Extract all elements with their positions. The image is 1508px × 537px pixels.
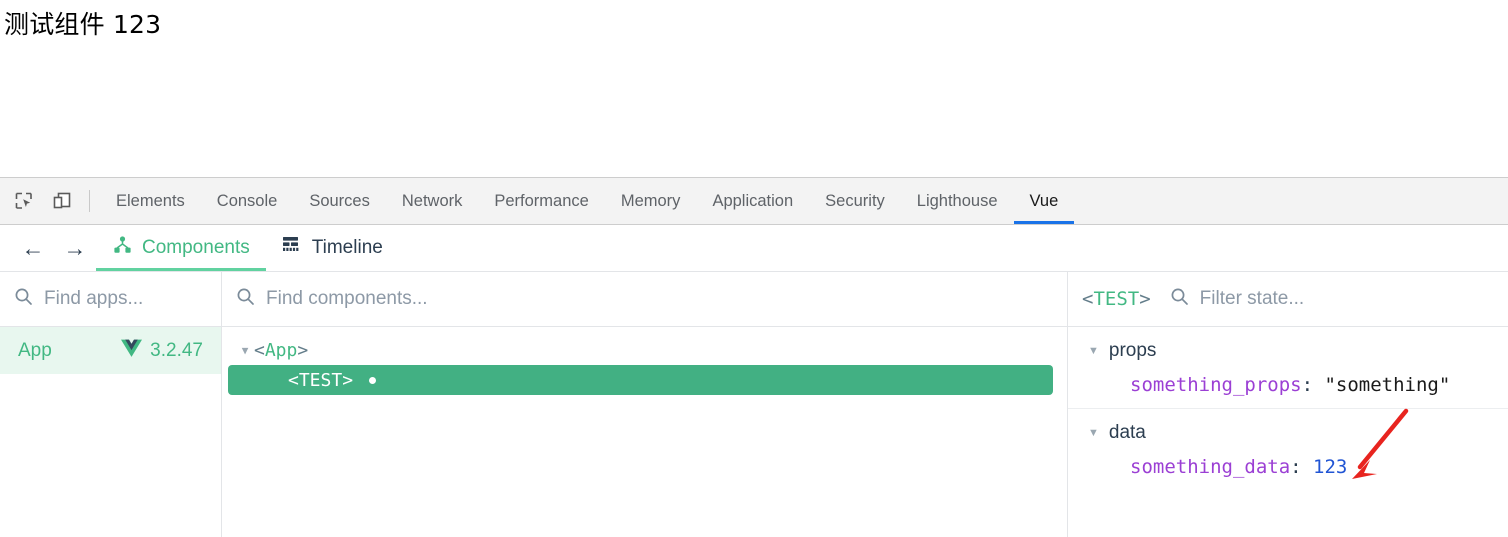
tab-performance-label: Performance <box>494 191 589 210</box>
component-tree: ▼ <App> <TEST> <box>222 327 1067 537</box>
tag-name: App <box>264 339 298 361</box>
tab-elements[interactable]: Elements <box>100 178 201 224</box>
forward-arrow-icon[interactable]: → <box>54 225 96 271</box>
selected-component-tag[interactable]: <TEST> <box>1082 288 1151 310</box>
app-name-label: App <box>18 339 52 361</box>
state-entry[interactable]: something_props: "something" <box>1068 366 1508 396</box>
find-apps-search-row[interactable]: Find apps... <box>0 272 221 327</box>
vue-panel-toolbar: ← → Components Timeline <box>0 225 1508 272</box>
tab-sources[interactable]: Sources <box>293 178 386 224</box>
tree-node-label: <App> <box>254 340 308 361</box>
tree-row[interactable]: ▼ <App> <box>222 335 1067 365</box>
state-group-header-data[interactable]: ▼ data <box>1068 418 1508 448</box>
tab-security-label: Security <box>825 191 885 210</box>
tab-sources-label: Sources <box>309 191 370 210</box>
vue-tab-timeline-label: Timeline <box>311 237 383 258</box>
state-value[interactable]: 123 <box>1313 456 1347 478</box>
filter-state-input[interactable]: Filter state... <box>1200 288 1305 310</box>
toolbar-divider <box>89 190 90 212</box>
tab-memory-label: Memory <box>620 191 681 210</box>
chevron-down-icon[interactable]: ▼ <box>236 344 254 357</box>
find-components-search-row[interactable]: Find components... <box>222 272 1067 327</box>
tag-open-bracket: < <box>1082 288 1094 310</box>
component-tree-icon <box>112 235 133 262</box>
state-group-title: data <box>1108 422 1146 443</box>
tab-console-label: Console <box>216 191 278 210</box>
chevron-down-icon[interactable]: ▼ <box>1088 345 1099 357</box>
apps-column: Find apps... App 3.2.47 <box>0 272 222 537</box>
search-icon <box>1170 287 1189 311</box>
timeline-icon <box>282 236 303 260</box>
vue-logo-icon <box>121 339 143 362</box>
tag-close-bracket: > <box>1139 288 1151 310</box>
tag-close-bracket: > <box>297 339 309 361</box>
tab-vue-label: Vue <box>1029 191 1059 210</box>
tag-open-bracket: < <box>288 369 299 391</box>
tab-network-label: Network <box>401 191 463 210</box>
state-key: something_data <box>1130 456 1291 478</box>
devtools-tab-strip: Elements Console Sources Network Perform… <box>0 177 1508 225</box>
tab-application[interactable]: Application <box>696 178 809 224</box>
state-colon: : <box>1301 374 1325 396</box>
device-toolbar-icon[interactable] <box>43 178 81 224</box>
tag-open-bracket: < <box>254 339 265 361</box>
tab-lighthouse[interactable]: Lighthouse <box>901 178 1014 224</box>
search-icon <box>14 287 33 311</box>
find-components-input[interactable]: Find components... <box>266 288 428 310</box>
app-list-item-app[interactable]: App 3.2.47 <box>0 327 221 374</box>
tag-name: TEST <box>1093 288 1140 310</box>
state-entry[interactable]: something_data: 123 <box>1068 448 1508 478</box>
tab-vue[interactable]: Vue <box>1013 178 1075 224</box>
rendered-page-area: 测试组件 123 <box>0 0 1508 177</box>
vue-tab-components[interactable]: Components <box>96 225 266 271</box>
tag-name: TEST <box>298 369 343 391</box>
tab-elements-label: Elements <box>116 191 185 210</box>
state-group-data: ▼ data something_data: 123 <box>1068 409 1508 490</box>
state-group-title: props <box>1108 340 1157 361</box>
tab-security[interactable]: Security <box>809 178 901 224</box>
state-list: ▼ props something_props: "something" ▼ d… <box>1068 327 1508 537</box>
chevron-down-icon[interactable]: ▼ <box>1088 427 1099 439</box>
components-column: Find components... ▼ <App> <TEST> <box>222 272 1068 537</box>
vue-panel-body: Find apps... App 3.2.47 Find components.… <box>0 272 1508 537</box>
back-arrow-icon[interactable]: ← <box>12 225 54 271</box>
forward-arrow-glyph: → <box>63 234 87 261</box>
search-icon <box>236 287 255 311</box>
app-version-label: 3.2.47 <box>150 339 203 361</box>
state-column: <TEST> Filter state... ▼ props something… <box>1068 272 1508 537</box>
tab-application-label: Application <box>712 191 794 210</box>
tag-close-bracket: > <box>342 369 354 391</box>
back-arrow-glyph: ← <box>21 234 45 261</box>
find-apps-input[interactable]: Find apps... <box>44 288 143 310</box>
filter-state-search-row[interactable]: <TEST> Filter state... <box>1068 272 1508 327</box>
state-key: something_props <box>1130 374 1302 396</box>
tab-lighthouse-label: Lighthouse <box>916 191 998 210</box>
tab-network[interactable]: Network <box>386 178 479 224</box>
tree-node-label: <TEST> <box>288 370 353 391</box>
page-heading: 测试组件 123 <box>4 10 162 39</box>
vue-tab-timeline[interactable]: Timeline <box>266 225 399 271</box>
state-colon: : <box>1290 456 1314 478</box>
state-group-props: ▼ props something_props: "something" <box>1068 327 1508 409</box>
render-indicator-dot <box>369 376 377 384</box>
vue-tab-components-label: Components <box>142 237 250 258</box>
state-value[interactable]: "something" <box>1324 374 1450 396</box>
inspect-element-icon[interactable] <box>5 178 43 224</box>
tab-performance[interactable]: Performance <box>478 178 604 224</box>
tab-memory[interactable]: Memory <box>605 178 697 224</box>
tree-row[interactable]: <TEST> <box>228 365 1053 395</box>
tab-console[interactable]: Console <box>201 178 294 224</box>
app-version-wrap: 3.2.47 <box>121 339 203 362</box>
state-group-header-props[interactable]: ▼ props <box>1068 336 1508 366</box>
